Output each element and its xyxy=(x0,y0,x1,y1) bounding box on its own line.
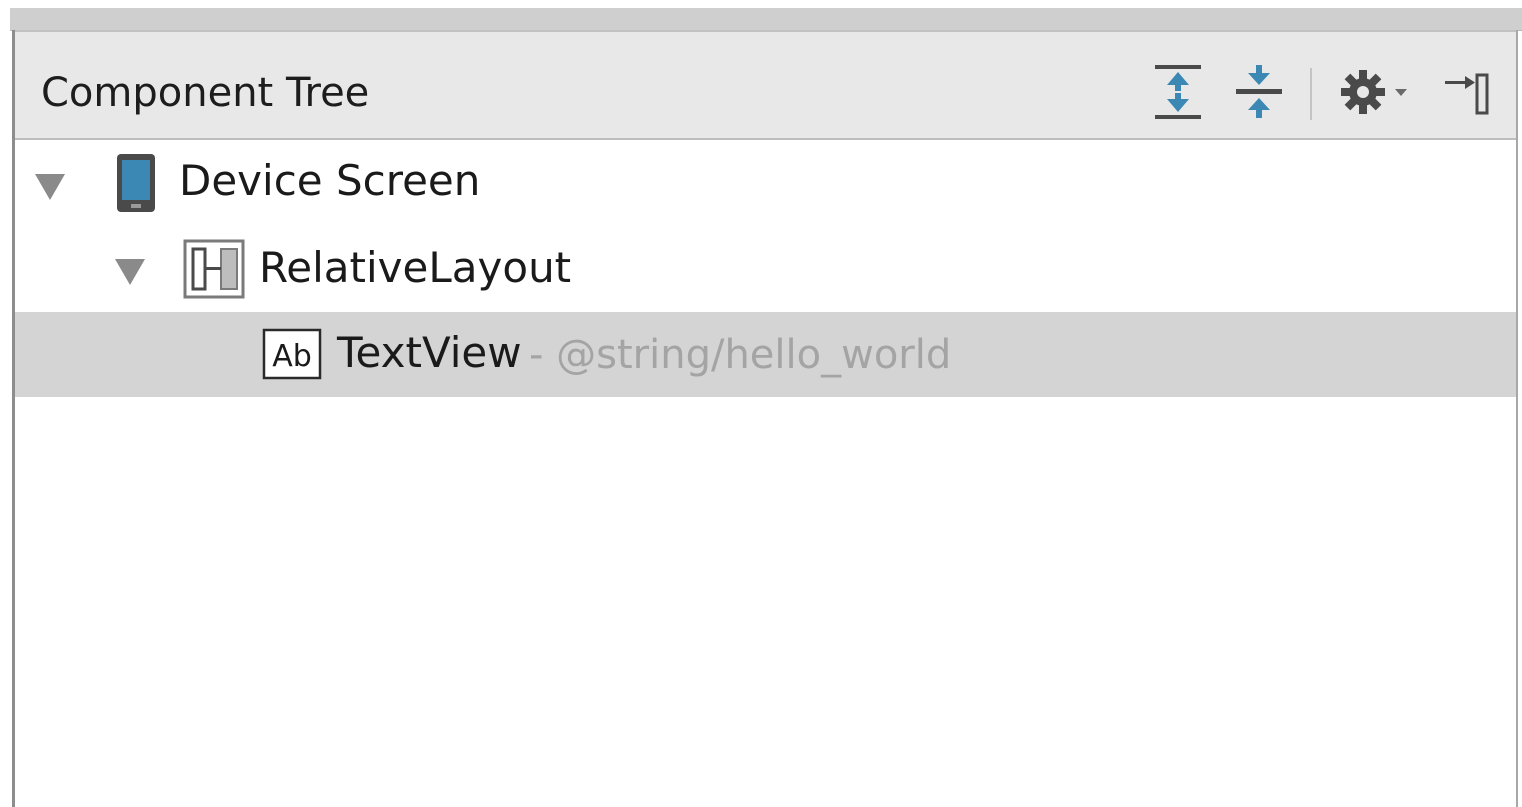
node-label: RelativeLayout xyxy=(259,243,572,292)
node-attribute: - @string/hello_world xyxy=(529,332,952,378)
gear-menu-icon xyxy=(1341,70,1407,114)
textview-icon: Ab xyxy=(262,328,322,380)
hide-panel-button[interactable] xyxy=(1440,62,1496,122)
collapse-all-button[interactable] xyxy=(1231,62,1287,122)
relative-layout-icon xyxy=(183,239,245,299)
tree-node-textview[interactable]: Ab TextView - @string/hello_world xyxy=(15,312,1516,397)
tree-node-relative-layout[interactable]: RelativeLayout xyxy=(15,225,1516,310)
top-divider-bar xyxy=(10,8,1522,31)
expand-arrow-icon[interactable] xyxy=(33,172,67,202)
expand-all-icon xyxy=(1155,65,1201,119)
panel-header: Component Tree xyxy=(15,30,1516,140)
tree-node-device-screen[interactable]: Device Screen xyxy=(15,140,1516,225)
node-label: Device Screen xyxy=(179,156,481,205)
component-tree-panel: Component Tree Device Screen RelativeLay… xyxy=(12,30,1518,807)
panel-title: Component Tree xyxy=(41,70,370,116)
settings-menu-button[interactable] xyxy=(1337,62,1417,122)
toolbar-separator xyxy=(1310,68,1312,120)
collapse-all-icon xyxy=(1236,65,1282,118)
svg-text:Ab: Ab xyxy=(272,339,312,374)
expand-arrow-icon[interactable] xyxy=(113,257,147,287)
device-icon xyxy=(117,154,155,212)
hide-panel-icon xyxy=(1445,73,1489,115)
node-label: TextView xyxy=(337,328,522,377)
expand-all-button[interactable] xyxy=(1150,62,1206,122)
